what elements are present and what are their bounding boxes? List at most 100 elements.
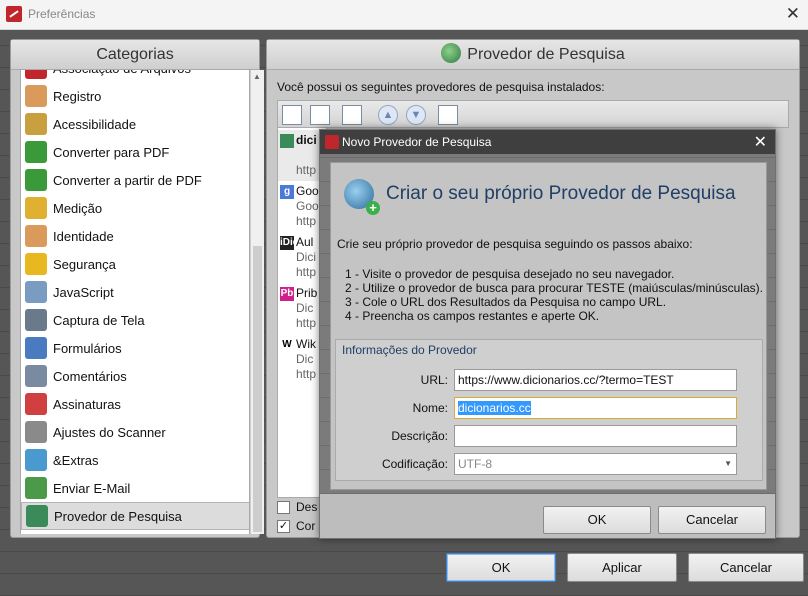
category-item[interactable]: Converter para PDF [21,138,249,166]
category-label: Assinaturas [53,396,121,412]
provider-name: Prib [296,286,318,300]
category-item[interactable]: Registro [21,82,249,110]
category-label: Identidade [53,228,114,244]
category-label: JavaScript [53,284,114,300]
dialog-app-icon [325,135,339,149]
category-item[interactable]: Segurança [21,250,249,278]
categories-panel: Categorias Associação de Arquivos Registr… [10,39,264,538]
name-label: Nome: [412,401,448,415]
category-label: Formulários [53,340,122,356]
step-1: 1 - Visite o provedor de pesquisa deseja… [345,267,675,281]
dialog-heading: Criar o seu próprio Provedor de Pesquisa [386,183,736,204]
provider-icon [280,134,294,148]
step-3: 3 - Cole o URL dos Resultados da Pesquis… [345,295,667,309]
category-label: Captura de Tela [53,312,145,328]
category-label: Converter a partir de PDF [53,172,202,188]
provider-header: Provedor de Pesquisa [267,40,799,70]
provider-info-group: Informações do Provedor URL: https://www… [335,339,763,481]
provider-icon: g [280,185,294,199]
extras-icon [25,449,47,471]
ok-button[interactable]: OK [446,553,556,582]
provider-desc: Dic [296,352,314,366]
category-item[interactable]: Formulários [21,334,249,362]
provider-url: http [296,214,317,228]
move-up-icon[interactable]: ▲ [378,105,398,125]
category-item[interactable]: Associação de Arquivos [21,70,249,82]
category-label: Acessibilidade [53,116,137,132]
category-item[interactable]: Ajustes do Scanner [21,418,249,446]
url-input[interactable]: https://www.dicionarios.cc/?termo=TEST [454,369,737,391]
option-row-2[interactable]: ✓ Cor [277,519,315,533]
categories-scrollbar[interactable]: ▲ [250,70,264,534]
provider-intro-text: Você possui os seguintes provedores de p… [277,80,605,94]
close-icon[interactable]: ✕ [786,4,800,24]
identity-icon [25,225,47,247]
provider-desc: Dici [296,250,316,264]
shield-icon [25,253,47,275]
provider-url: http [296,316,317,330]
name-input[interactable]: dicionarios.cc [454,397,737,419]
category-label: Comentários [53,368,127,384]
category-item[interactable]: Captura de Tela [21,306,249,334]
provider-desc: Goo [296,199,319,213]
provider-name: Goo [296,184,319,198]
scroll-up-icon[interactable]: ▲ [253,72,261,81]
dialog-close-icon[interactable]: ✕ [754,132,767,152]
category-item[interactable]: Medição [21,194,249,222]
category-label: Associação de Arquivos [53,70,191,76]
dialog-description: Crie seu próprio provedor de pesquisa se… [337,237,693,251]
option-checkbox-1[interactable] [277,500,290,514]
provider-icon: Pb [280,287,294,301]
category-item[interactable]: JavaScript [21,278,249,306]
scroll-thumb[interactable] [253,246,262,532]
email-icon [25,477,47,499]
cancel-button[interactable]: Cancelar [688,553,804,582]
file-association-icon [25,70,47,79]
category-item[interactable]: &Extras [21,446,249,474]
add-provider-icon[interactable] [282,105,302,125]
convert-to-pdf-icon [25,141,47,163]
category-item[interactable]: Provedor de Pesquisa [21,502,249,530]
provider-header-label: Provedor de Pesquisa [467,46,625,63]
category-item[interactable]: Acessibilidade [21,110,249,138]
move-down-icon[interactable]: ▼ [406,105,426,125]
provider-desc: Dic [296,301,314,315]
url-label: URL: [420,373,448,387]
dialog-ok-button[interactable]: OK [543,506,651,534]
category-item[interactable]: Enviar E-Mail [21,474,249,502]
description-input[interactable] [454,425,737,447]
remove-provider-icon[interactable] [438,105,458,125]
option-row-1[interactable]: Des [277,500,317,514]
category-label: Registro [53,88,102,104]
category-label: Converter para PDF [53,144,170,160]
provider-icon: iDic [280,236,299,250]
category-label: Provedor de Pesquisa [54,508,182,524]
edit-provider-icon[interactable] [310,105,330,125]
dialog-title: Novo Provedor de Pesquisa [342,135,492,149]
apply-button[interactable]: Aplicar [567,553,677,582]
dialog-cancel-button[interactable]: Cancelar [658,506,766,534]
forms-icon [25,337,47,359]
description-label: Descrição: [391,429,448,443]
provider-name: dici [296,133,317,147]
category-item[interactable]: Comentários [21,362,249,390]
javascript-icon [25,281,47,303]
provider-name: Aul [296,235,314,249]
categories-list: Associação de Arquivos Registro Acessibili… [20,70,250,534]
provider-url: http [296,163,317,177]
provider-url: http [296,265,317,279]
category-item[interactable]: Identidade [21,222,249,250]
provider-info-legend: Informações do Provedor [342,343,477,357]
category-label: Ajustes do Scanner [53,424,166,440]
camera-icon [25,309,47,331]
option-checkbox-2[interactable]: ✓ [277,519,290,533]
default-provider-icon[interactable] [342,105,362,125]
category-label: Medição [53,200,103,216]
category-item[interactable]: Assinaturas [21,390,249,418]
category-item[interactable]: Converter a partir de PDF [21,166,249,194]
new-provider-dialog: Novo Provedor de Pesquisa ✕ Criar o seu … [319,129,776,539]
dialog-title-bar: Novo Provedor de Pesquisa ✕ [320,130,775,154]
dialog-body: Criar o seu próprio Provedor de Pesquisa… [320,154,775,494]
categories-header: Categorias [11,40,259,70]
encoding-select[interactable]: UTF-8 [454,453,737,475]
